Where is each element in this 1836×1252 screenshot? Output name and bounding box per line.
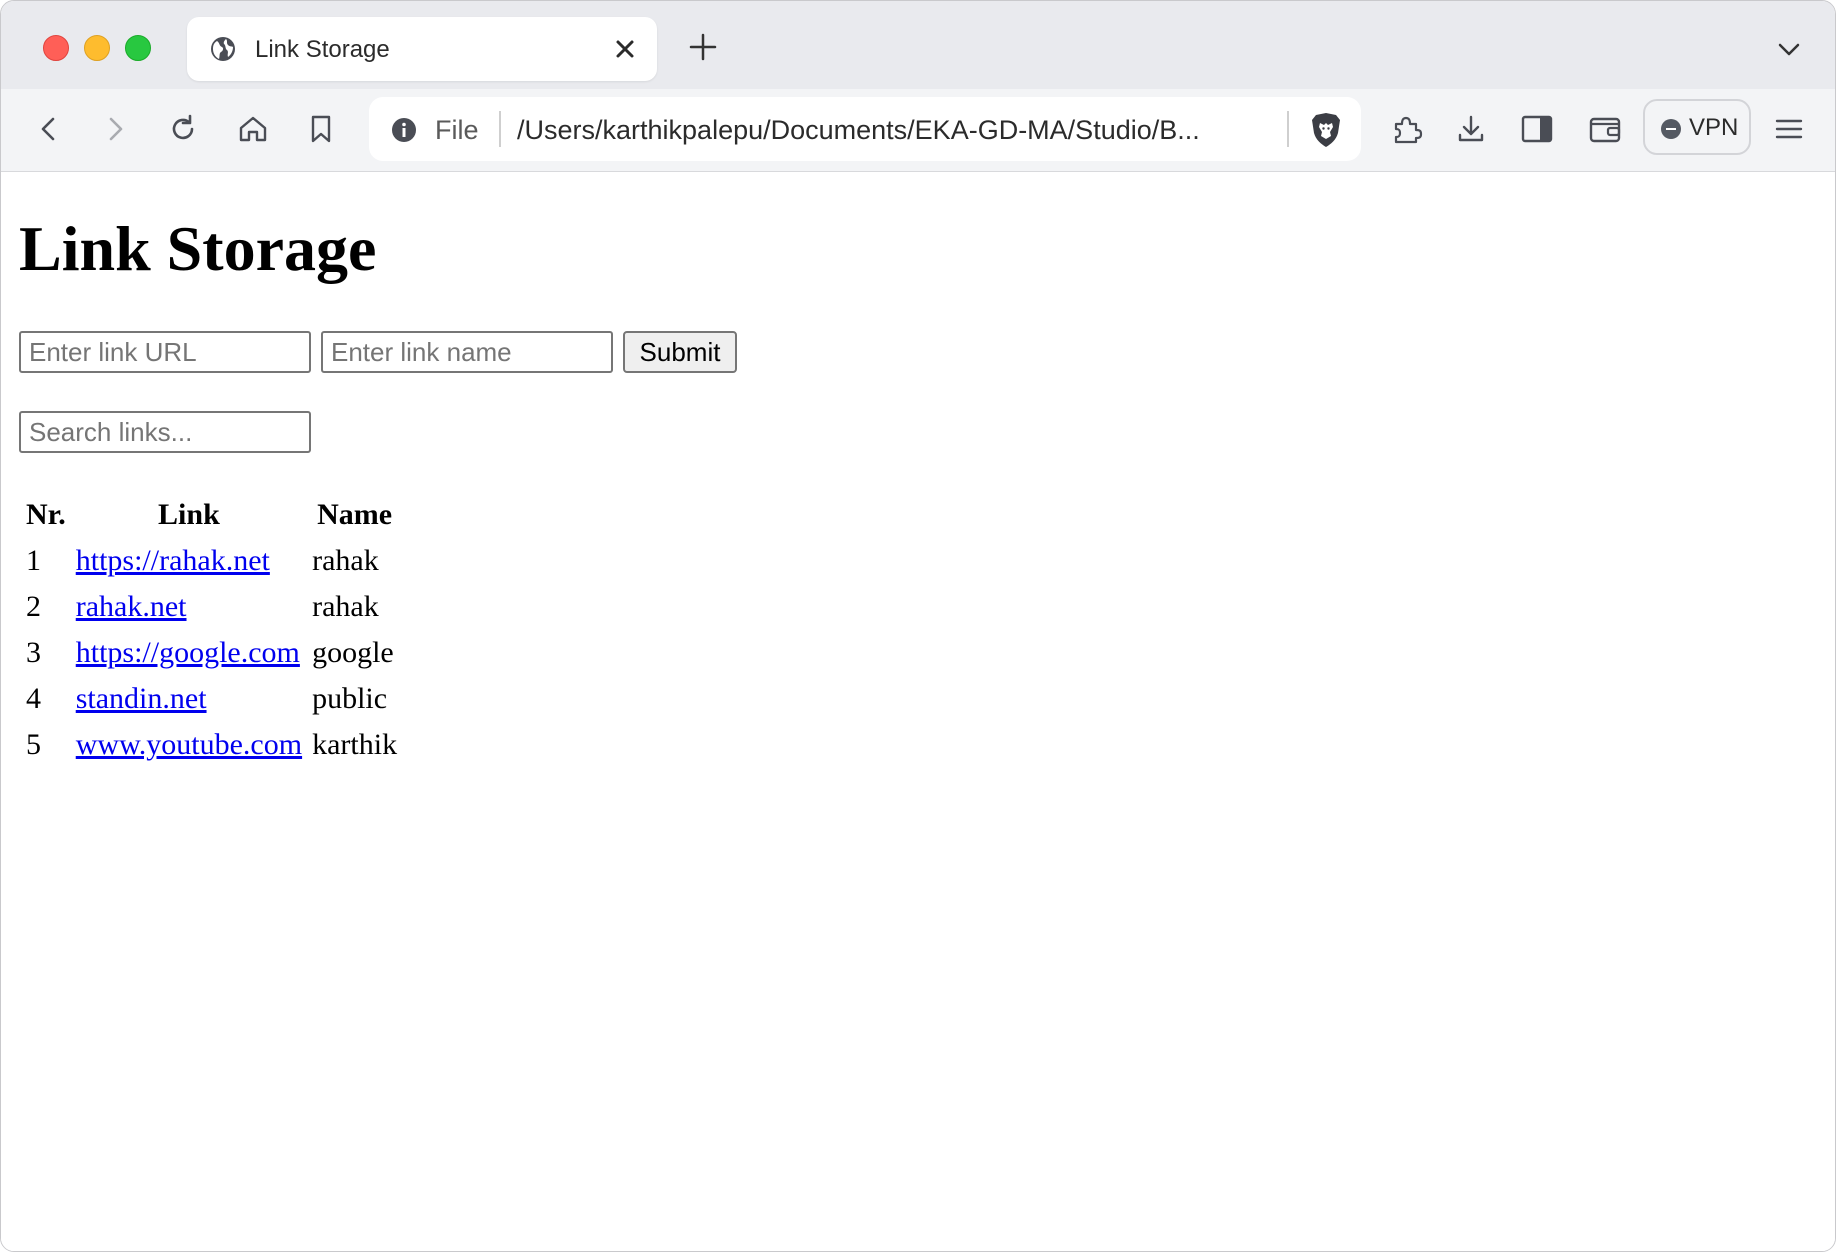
extensions-icon[interactable]: [1387, 109, 1427, 149]
link-cell: standin.net: [73, 678, 305, 720]
link-name-input[interactable]: [321, 331, 613, 373]
home-icon[interactable]: [233, 109, 273, 149]
vpn-status-icon: [1661, 119, 1681, 139]
row-number: 2: [26, 590, 41, 623]
links-table: Nr. Link Name 1 https://rahak.net rahak …: [19, 490, 404, 770]
page-content: Link Storage Submit Nr. Link Name 1 http…: [1, 172, 1835, 1251]
link-cell: https://rahak.net: [73, 540, 305, 582]
tab-strip: Link Storage: [1, 1, 1835, 89]
info-icon[interactable]: [391, 117, 417, 143]
table-row: 1 https://rahak.net rahak: [23, 540, 400, 582]
close-tab-icon[interactable]: [611, 35, 639, 63]
maximize-window-button[interactable]: [125, 35, 151, 61]
page-title: Link Storage: [19, 213, 377, 284]
url-separator: [499, 111, 501, 147]
column-header-nr: Nr.: [26, 498, 66, 531]
browser-window: Link Storage File /Users/karthikpalepu/D…: [0, 0, 1836, 1252]
globe-icon: [209, 35, 237, 63]
chevron-down-icon[interactable]: [1775, 35, 1803, 63]
link-url[interactable]: rahak.net: [76, 590, 187, 623]
column-header-link: Link: [158, 498, 220, 531]
link-url[interactable]: www.youtube.com: [76, 728, 302, 761]
address-bar[interactable]: File /Users/karthikpalepu/Documents/EKA-…: [369, 97, 1361, 161]
link-url-input[interactable]: [19, 331, 311, 373]
column-header-name: Name: [317, 498, 393, 531]
link-name: public: [312, 682, 388, 715]
table-row: 5 www.youtube.com karthik: [23, 724, 400, 766]
link-name: google: [312, 636, 394, 669]
link-cell: https://google.com: [73, 632, 305, 674]
browser-toolbar: File /Users/karthikpalepu/Documents/EKA-…: [1, 89, 1835, 172]
url-scheme: File: [435, 115, 479, 145]
sidebar-icon[interactable]: [1517, 109, 1557, 149]
vpn-label: VPN: [1689, 114, 1739, 141]
menu-icon[interactable]: [1769, 109, 1809, 149]
table-row: 3 https://google.com google: [23, 632, 400, 674]
link-cell: www.youtube.com: [73, 724, 305, 766]
row-number: 4: [26, 682, 41, 715]
row-number: 3: [26, 636, 41, 669]
link-url[interactable]: https://google.com: [76, 636, 300, 669]
link-url[interactable]: https://rahak.net: [76, 544, 270, 577]
table-row: 2 rahak.net rahak: [23, 586, 400, 628]
table-row: 4 standin.net public: [23, 678, 400, 720]
new-tab-icon[interactable]: [687, 31, 719, 63]
bookmark-icon[interactable]: [301, 109, 341, 149]
tab-title: Link Storage: [255, 36, 390, 63]
url-path[interactable]: /Users/karthikpalepu/Documents/EKA-GD-MA…: [517, 115, 1200, 146]
reload-icon[interactable]: [163, 109, 203, 149]
back-icon[interactable]: [29, 109, 69, 149]
submit-button[interactable]: Submit: [623, 331, 737, 373]
brave-shields-icon[interactable]: [1309, 111, 1343, 149]
minimize-window-button[interactable]: [84, 35, 110, 61]
row-number: 1: [26, 544, 41, 577]
close-window-button[interactable]: [43, 35, 69, 61]
link-name: rahak: [312, 590, 379, 623]
url-separator: [1287, 111, 1289, 147]
row-number: 5: [26, 728, 41, 761]
link-cell: rahak.net: [73, 586, 305, 628]
link-name: rahak: [312, 544, 379, 577]
download-icon[interactable]: [1451, 109, 1491, 149]
forward-icon[interactable]: [95, 109, 135, 149]
vpn-button[interactable]: VPN: [1643, 99, 1751, 155]
search-input[interactable]: [19, 411, 311, 453]
tab-link-storage[interactable]: Link Storage: [187, 17, 657, 81]
table-header-row: Nr. Link Name: [23, 494, 400, 536]
wallet-icon[interactable]: [1585, 109, 1625, 149]
link-name: karthik: [312, 728, 398, 761]
link-url[interactable]: standin.net: [76, 682, 207, 715]
